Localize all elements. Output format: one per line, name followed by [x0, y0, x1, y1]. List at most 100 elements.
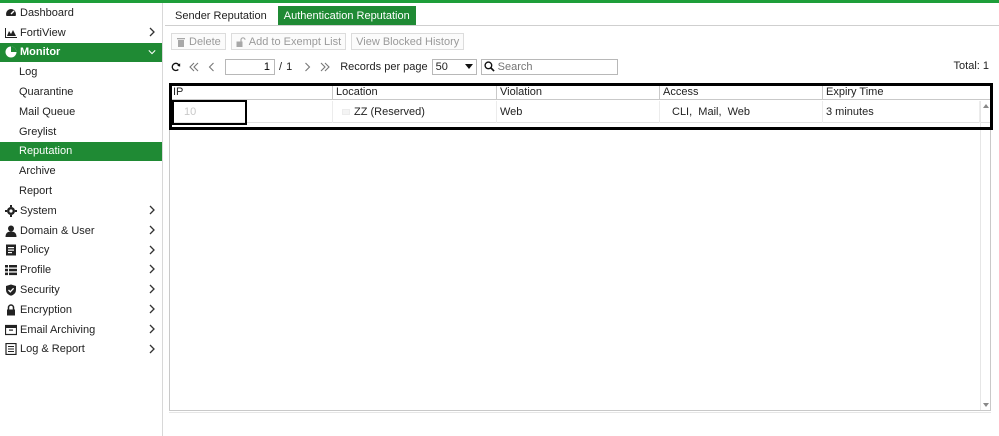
sidebar-item-email-archiving[interactable]: Email Archiving — [0, 320, 162, 340]
sidebar: Dashboard FortiView Monitor Log Quaranti… — [0, 3, 163, 436]
user-icon — [4, 224, 17, 237]
report-icon — [4, 343, 17, 356]
sidebar-item-label: Dashboard — [20, 6, 74, 19]
sidebar-item-label: Monitor — [20, 46, 61, 59]
sidebar-item-label: System — [20, 204, 57, 217]
column-header-violation[interactable]: Violation — [497, 84, 660, 100]
sidebar-item-encryption[interactable]: Encryption — [0, 300, 162, 320]
sidebar-item-security[interactable]: Security — [0, 280, 162, 300]
cell-ip: 10 — [170, 101, 333, 123]
sidebar-item-log[interactable]: Log — [0, 62, 162, 82]
sidebar-item-label: Log & Report — [20, 343, 85, 356]
expiry-value: 3 minutes — [826, 106, 874, 118]
chevron-right-icon — [149, 324, 155, 334]
scroll-up-icon[interactable] — [983, 104, 989, 108]
sidebar-item-quarantine[interactable]: Quarantine — [0, 82, 162, 102]
tab-divider — [165, 25, 999, 26]
access-value: CLI, Mail, Web — [672, 106, 751, 118]
dropdown-arrow-icon — [464, 64, 473, 69]
sidebar-item-greylist[interactable]: Greylist — [0, 122, 162, 142]
sidebar-item-label: Profile — [20, 264, 52, 277]
prev-page-icon[interactable] — [205, 59, 219, 75]
delete-button[interactable]: Delete — [171, 33, 226, 50]
fortiview-icon — [4, 26, 17, 39]
records-per-page-value: 50 — [435, 60, 448, 73]
lock-icon — [4, 303, 17, 316]
chevron-down-icon — [148, 49, 156, 54]
sidebar-item-profile[interactable]: Profile — [0, 260, 162, 280]
violation-value: Web — [500, 106, 523, 118]
flag-icon — [342, 109, 350, 115]
column-header-ip[interactable]: IP — [170, 84, 333, 100]
policy-icon — [4, 244, 17, 257]
scroll-down-icon[interactable] — [983, 403, 989, 407]
monitor-icon — [4, 46, 17, 59]
chevron-right-icon — [149, 205, 155, 215]
sidebar-item-label: Email Archiving — [20, 323, 96, 336]
tab-sender-reputation[interactable]: Sender Reputation — [169, 6, 273, 25]
sidebar-item-mail-queue[interactable]: Mail Queue — [0, 102, 162, 122]
chevron-right-icon — [149, 245, 155, 255]
table-bottom-border — [169, 412, 991, 413]
column-header-expiry-time[interactable]: Expiry Time — [823, 84, 990, 100]
page-separator: / — [279, 60, 283, 73]
sidebar-item-label: Domain & User — [20, 224, 95, 237]
next-page-icon[interactable] — [300, 59, 314, 75]
sidebar-item-monitor[interactable]: Monitor — [0, 42, 162, 63]
sidebar-item-label: Reputation — [19, 145, 73, 158]
trash-icon — [177, 37, 185, 47]
cell-expiry-time: 3 minutes — [823, 101, 980, 123]
sidebar-item-archive[interactable]: Archive — [0, 161, 162, 181]
sidebar-item-label: Encryption — [20, 303, 72, 316]
sidebar-item-log-report[interactable]: Log & Report — [0, 340, 162, 360]
vertical-scrollbar[interactable] — [980, 101, 990, 410]
first-page-icon[interactable] — [187, 59, 201, 75]
column-header-access[interactable]: Access — [660, 84, 823, 100]
total-pages: 1 — [286, 60, 293, 73]
sidebar-item-label: FortiView — [20, 26, 66, 39]
sidebar-item-system[interactable]: System — [0, 201, 162, 221]
view-blocked-history-label: View Blocked History — [356, 35, 460, 48]
chevron-right-icon — [149, 344, 155, 354]
sidebar-item-label: Report — [19, 185, 53, 198]
chevron-right-icon — [149, 225, 155, 235]
chevron-right-icon — [149, 284, 155, 294]
sidebar-item-label: Archive — [19, 165, 56, 178]
sidebar-item-report[interactable]: Report — [0, 181, 162, 201]
sidebar-item-dashboard[interactable]: Dashboard — [0, 3, 162, 23]
refresh-icon[interactable] — [169, 59, 183, 75]
chevron-right-icon — [149, 304, 155, 314]
column-header-location[interactable]: Location — [333, 84, 497, 100]
shield-icon — [4, 284, 17, 297]
page-number-input[interactable] — [225, 58, 275, 75]
sidebar-item-reputation[interactable]: Reputation — [0, 141, 162, 162]
pagination-bar: / 1 Records per page 50 — [169, 58, 618, 75]
add-to-exempt-list-label: Add to Exempt List — [248, 35, 342, 48]
tab-bar: Sender Reputation Authentication Reputat… — [169, 6, 421, 25]
search-input[interactable] — [497, 60, 613, 73]
records-per-page-select[interactable]: 50 — [431, 58, 477, 75]
add-to-exempt-list-button[interactable]: Add to Exempt List — [230, 33, 347, 50]
chevron-right-icon — [149, 264, 155, 274]
sidebar-item-label: Security — [20, 284, 60, 297]
profile-icon — [4, 264, 17, 277]
sidebar-item-domain-user[interactable]: Domain & User — [0, 221, 162, 241]
table-row[interactable]: 10 ZZ (Reserved) Web CLI, Mail, Web 3 mi… — [170, 101, 990, 123]
chevron-right-icon — [149, 27, 155, 37]
records-per-page-label: Records per page — [340, 60, 428, 73]
sidebar-item-fortiview[interactable]: FortiView — [0, 23, 162, 43]
last-page-icon[interactable] — [318, 59, 332, 75]
delete-label: Delete — [189, 35, 221, 48]
search-box[interactable] — [480, 58, 618, 75]
ip-value: 10 — [184, 106, 197, 118]
archive-icon — [4, 323, 17, 336]
main-content: Sender Reputation Authentication Reputat… — [163, 3, 999, 436]
table-header: IP Location Violation Access Expiry Time — [170, 84, 990, 100]
sidebar-item-policy[interactable]: Policy — [0, 241, 162, 261]
cell-access: CLI, Mail, Web — [660, 101, 823, 123]
location-value: ZZ (Reserved) — [354, 106, 425, 118]
view-blocked-history-button[interactable]: View Blocked History — [351, 33, 465, 50]
search-icon — [484, 61, 495, 72]
toolbar: Delete Add to Exempt List View Blocked H… — [171, 33, 469, 50]
tab-authentication-reputation[interactable]: Authentication Reputation — [277, 6, 416, 25]
